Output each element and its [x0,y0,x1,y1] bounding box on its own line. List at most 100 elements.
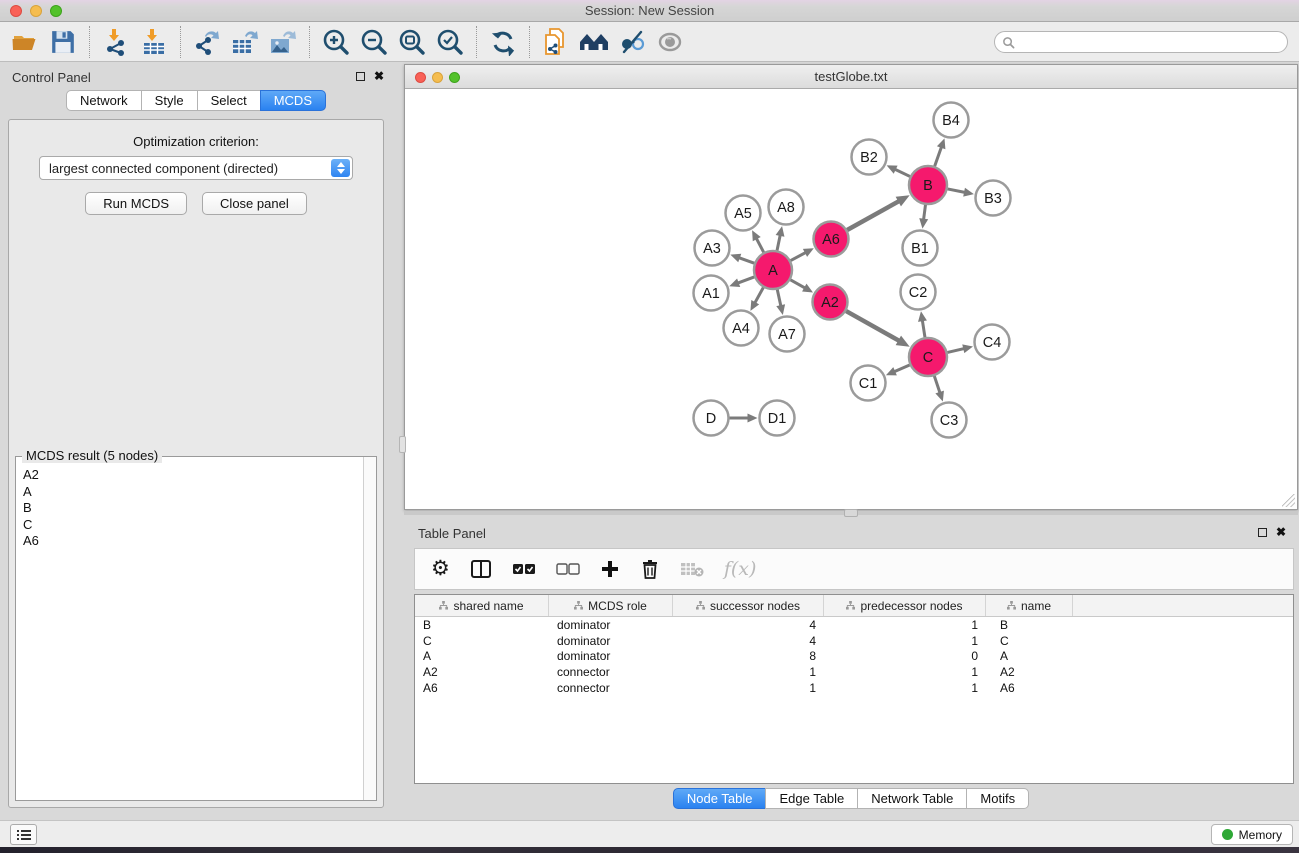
horizontal-splitter[interactable] [404,511,1298,515]
import-network-button[interactable] [97,25,135,59]
zoom-fit-button[interactable] [393,25,431,59]
tab-edge-table[interactable]: Edge Table [765,788,858,809]
float-table-panel-icon[interactable] [1258,528,1267,537]
column-header-successor-nodes[interactable]: successor nodes [673,595,824,616]
tab-select[interactable]: Select [197,90,261,111]
mcds-result-list[interactable]: A2ABCA6 [16,461,362,800]
edge-A-A7[interactable] [777,290,781,308]
result-scrollbar[interactable] [363,457,376,800]
close-panel-button[interactable]: Close panel [202,192,307,215]
cell[interactable]: A6 [415,681,549,695]
edge-B-B2[interactable] [894,169,910,177]
tab-motifs[interactable]: Motifs [966,788,1029,809]
table-row[interactable]: Bdominator41B [415,617,1293,633]
edge-A-A2[interactable] [790,280,806,289]
zoom-out-button[interactable] [355,25,393,59]
mcds-result-item[interactable]: A2 [23,467,362,484]
tab-mcds[interactable]: MCDS [260,90,326,111]
edge-B-B3[interactable] [948,189,966,193]
network-graph[interactable]: B4B2BB3A8A5A6A3B1AA1C2A2A4A7C4CC1C3DD1 [405,89,1297,509]
search-field[interactable] [994,31,1288,53]
cell[interactable]: 1 [824,618,986,632]
close-table-panel-icon[interactable]: ✖ [1276,527,1286,537]
column-header-predecessor-nodes[interactable]: predecessor nodes [824,595,986,616]
cell[interactable]: B [415,618,549,632]
save-session-button[interactable] [44,25,82,59]
cell[interactable]: 1 [673,681,824,695]
edge-B-B4[interactable] [935,146,942,166]
criterion-select[interactable]: largest connected component (directed) [39,156,353,180]
cell[interactable]: dominator [549,634,673,648]
search-input[interactable] [1015,33,1287,51]
function-builder-icon[interactable]: f(x) [724,554,757,584]
cell[interactable]: C [986,634,1073,648]
edge-C-C4[interactable] [947,348,965,352]
cell[interactable]: 1 [824,634,986,648]
cell[interactable]: A6 [986,681,1073,695]
close-panel-icon[interactable]: ✖ [374,71,384,81]
table-row[interactable]: Cdominator41C [415,633,1293,649]
edge-A-A1[interactable] [737,277,754,283]
cell[interactable]: connector [549,665,673,679]
select-all-columns-icon[interactable] [512,554,536,584]
export-image-button[interactable] [264,25,302,59]
edge-B-B1[interactable] [923,205,925,221]
splitter-handle[interactable] [399,436,406,453]
edge-A-A8[interactable] [777,234,780,250]
edge-A-A6[interactable] [791,252,807,261]
task-history-button[interactable] [10,824,37,845]
home-button[interactable] [575,25,613,59]
edge-A-A5[interactable] [756,237,764,252]
mcds-result-item[interactable]: A6 [23,533,362,550]
mcds-result-item[interactable]: A [23,484,362,501]
table-row[interactable]: Adominator80A [415,648,1293,664]
table-row[interactable]: A6connector11A6 [415,680,1293,696]
column-header-MCDS-role[interactable]: MCDS role [549,595,673,616]
edge-A-A4[interactable] [754,288,763,304]
cell[interactable]: C [415,634,549,648]
cell[interactable]: B [986,618,1073,632]
cell[interactable]: dominator [549,649,673,663]
cell[interactable]: 4 [673,618,824,632]
export-network-button[interactable] [188,25,226,59]
delete-table-icon[interactable] [680,554,704,584]
show-visual-style-button[interactable] [651,25,689,59]
cell[interactable]: connector [549,681,673,695]
tab-style[interactable]: Style [141,90,198,111]
memory-button[interactable]: Memory [1211,824,1293,845]
column-view-icon[interactable] [470,554,492,584]
cell[interactable]: 1 [824,681,986,695]
zoom-selected-button[interactable] [431,25,469,59]
edge-C-C2[interactable] [922,319,925,337]
clone-network-button[interactable] [537,25,575,59]
tab-node-table[interactable]: Node Table [673,788,767,809]
cell[interactable]: A2 [986,665,1073,679]
export-table-button[interactable] [226,25,264,59]
mcds-result-item[interactable]: C [23,517,362,534]
cell[interactable]: A [415,649,549,663]
mcds-result-item[interactable]: B [23,500,362,517]
edge-C-C3[interactable] [934,376,940,394]
edge-A2-C[interactable] [846,311,900,341]
import-table-button[interactable] [135,25,173,59]
edge-A6-B[interactable] [847,201,900,230]
cell[interactable]: 1 [673,665,824,679]
resize-grip[interactable] [1282,494,1295,507]
refresh-button[interactable] [484,25,522,59]
hide-visual-style-button[interactable] [613,25,651,59]
cell[interactable]: 8 [673,649,824,663]
network-canvas[interactable]: B4B2BB3A8A5A6A3B1AA1C2A2A4A7C4CC1C3DD1 [405,89,1297,509]
edge-C-C1[interactable] [893,365,909,372]
open-file-button[interactable] [6,25,44,59]
tab-network[interactable]: Network [66,90,142,111]
zoom-in-button[interactable] [317,25,355,59]
cell[interactable]: A2 [415,665,549,679]
settings-gear-icon[interactable]: ⚙ [431,554,450,584]
edge-A-A3[interactable] [738,257,754,263]
column-header-name[interactable]: name [986,595,1073,616]
cell[interactable]: 1 [824,665,986,679]
cell[interactable]: dominator [549,618,673,632]
splitter-collapse-handle[interactable] [844,509,858,517]
cell[interactable]: 0 [824,649,986,663]
deselect-all-columns-icon[interactable] [556,554,580,584]
